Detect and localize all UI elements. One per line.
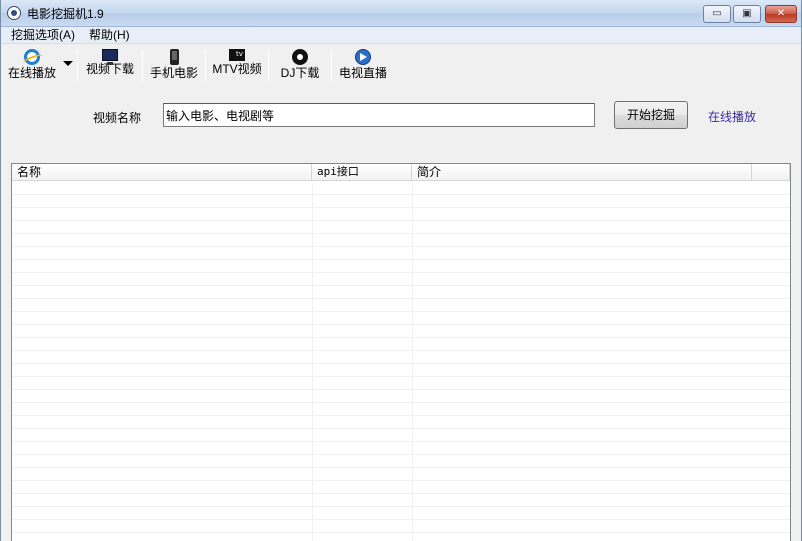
start-dig-button[interactable]: 开始挖掘 [614, 101, 688, 129]
results-list[interactable]: 名称 api接口 简介 [11, 163, 791, 541]
toolbar-tv-live-button[interactable]: 电视直播 [336, 47, 390, 83]
toolbar-dj-download-button[interactable]: DJ下载 [274, 47, 326, 83]
toolbar-mobile-movie-button[interactable]: 手机电影 [147, 47, 201, 83]
toolbar-separator [77, 49, 78, 81]
toolbar-separator [205, 49, 206, 81]
tv-live-icon [355, 49, 371, 65]
app-window: 电影挖掘机1.9 ▭ ▣ ✕ 挖掘选项(A) 帮助(H) 在线播放 视频下载 手… [0, 0, 802, 541]
video-name-input[interactable]: 输入电影、电视剧等 [163, 103, 595, 127]
window-title: 电影挖掘机1.9 [27, 7, 104, 21]
monitor-icon [102, 49, 118, 65]
list-body[interactable] [12, 182, 790, 541]
video-name-label: 视频名称 [93, 111, 142, 125]
menu-help[interactable]: 帮助(H) [89, 28, 130, 42]
toolbar-online-play-button[interactable]: 在线播放 [5, 47, 59, 83]
toolbar-separator [268, 49, 269, 81]
toolbar-label: MTV视频 [212, 62, 262, 76]
mtv-icon [229, 49, 245, 61]
close-button[interactable]: ✕ [765, 5, 797, 23]
phone-icon [169, 49, 179, 65]
menu-dig-options[interactable]: 挖掘选项(A) [11, 28, 75, 42]
column-divider [412, 182, 413, 541]
toolbar: 在线播放 视频下载 手机电影 MTV视频 DJ下载 电视直播 [1, 45, 801, 85]
toolbar-label: 电视直播 [338, 66, 387, 80]
column-header-extra[interactable] [752, 164, 790, 181]
toolbar-separator [142, 49, 143, 81]
toolbar-video-download-button[interactable]: 视频下载 [83, 47, 137, 83]
minimize-button[interactable]: ▭ [703, 5, 731, 23]
app-icon [7, 6, 21, 20]
toolbar-label: 手机电影 [149, 66, 198, 80]
toolbar-label: 在线播放 [7, 66, 56, 80]
toolbar-label: DJ下载 [280, 66, 320, 80]
toolbar-mtv-video-button[interactable]: MTV视频 [210, 47, 264, 83]
column-header-api[interactable]: api接口 [312, 164, 412, 181]
title-bar[interactable]: 电影挖掘机1.9 ▭ ▣ ✕ [1, 0, 801, 27]
maximize-button[interactable]: ▣ [733, 5, 761, 23]
column-header-name[interactable]: 名称 [12, 164, 312, 181]
column-divider [312, 182, 313, 541]
list-header: 名称 api接口 简介 [12, 164, 790, 181]
dropdown-arrow-icon[interactable] [63, 61, 73, 66]
column-header-intro[interactable]: 简介 [412, 164, 752, 181]
dj-disc-icon [292, 49, 308, 65]
online-play-link[interactable]: 在线播放 [708, 108, 756, 125]
menu-bar: 挖掘选项(A) 帮助(H) [1, 27, 801, 44]
ie-icon [24, 49, 40, 65]
toolbar-separator [331, 49, 332, 81]
